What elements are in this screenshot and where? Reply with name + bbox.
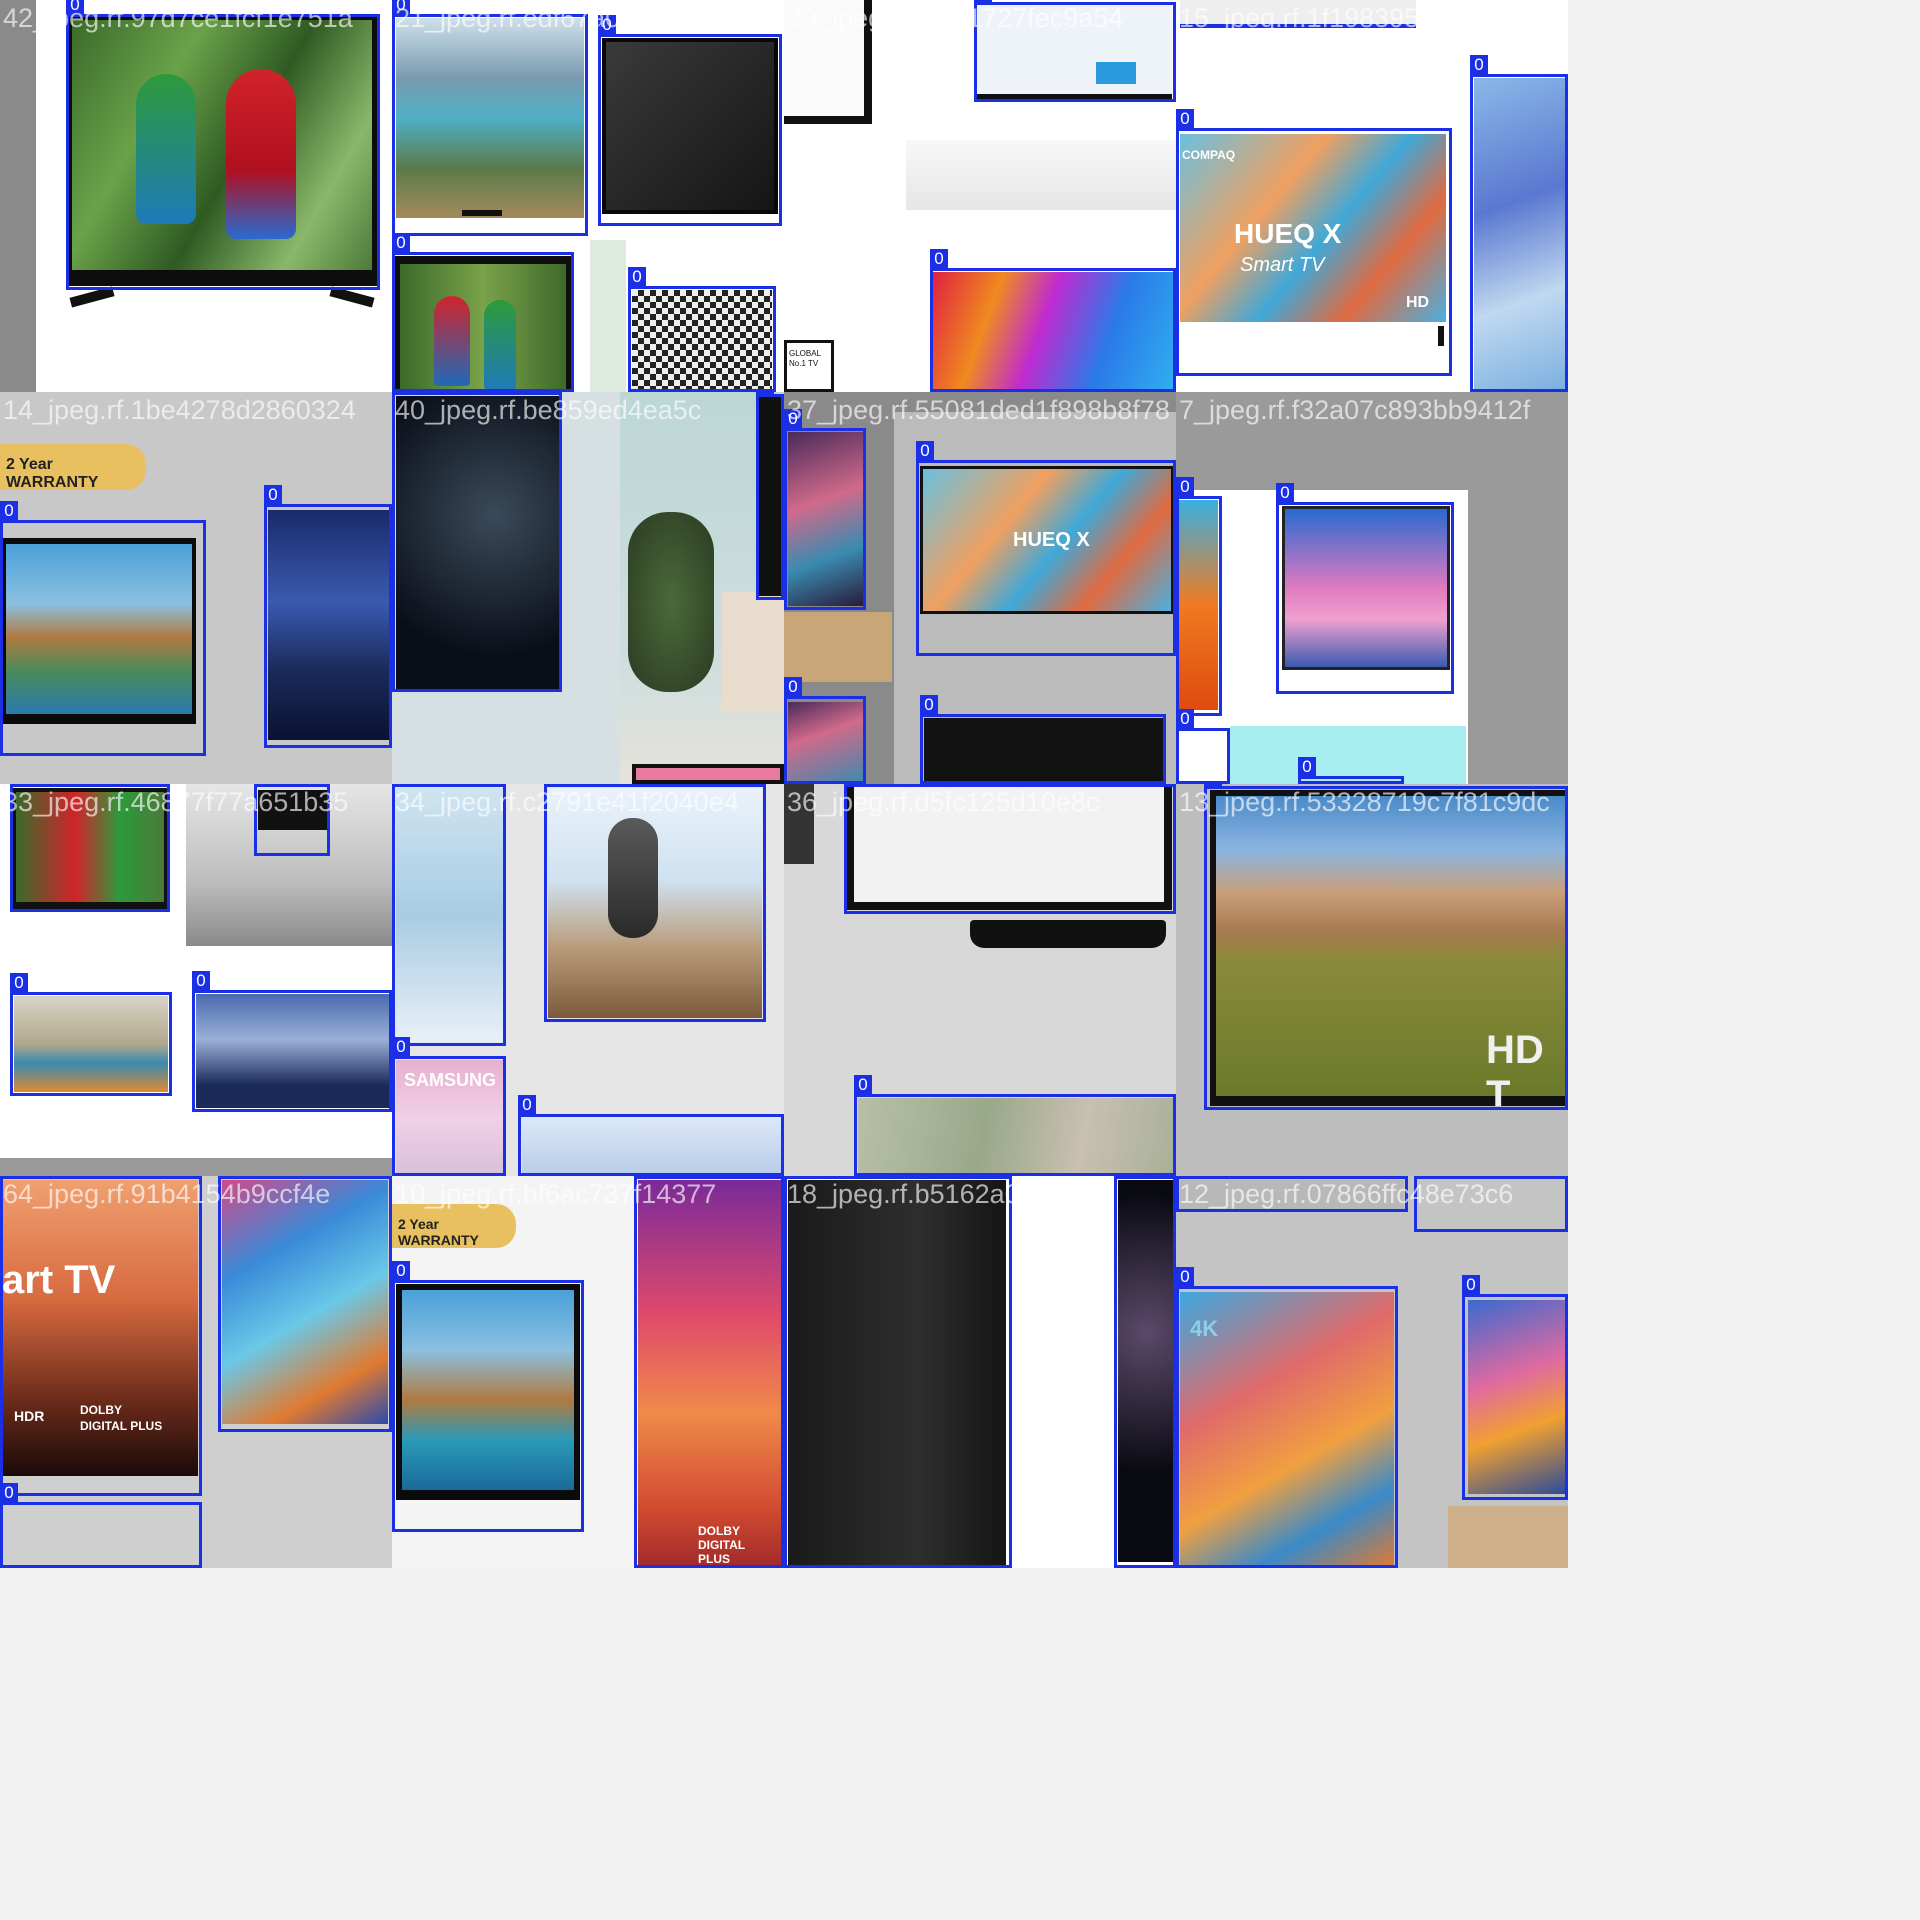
- detection-box: 0: [634, 1176, 784, 1568]
- detection-box: 0: [1176, 477, 1222, 716]
- mosaic-tile-7: 0 HUEQ X 0 0 0 37_jpeg.rf.55081ded1f898b…: [784, 392, 1176, 784]
- shadow-floor: [906, 140, 1176, 210]
- detection-box: 0: [192, 971, 392, 1112]
- tv-stand-base: [970, 920, 1166, 948]
- mosaic-tile-1: 0 42_jpeg.rf.97d7ce1fcf1e751a: [0, 0, 392, 392]
- detection-box: 0: [756, 392, 784, 600]
- tile-filename: 21_jpeg.rf.edf67a00eb729: [395, 3, 711, 33]
- tile-filename: 34_jpeg.rf.c2791e41f2040e4: [395, 787, 739, 817]
- detection-box: 0: [930, 249, 1176, 392]
- detection-box: 0: [0, 501, 206, 756]
- detection-box: 0: [0, 1176, 202, 1496]
- tile-filename: 13_jpeg.rf.53328719c7f81c9dc: [1179, 787, 1550, 817]
- tile-filename: 7_jpeg.rf.f32a07c893bb9412f: [1179, 395, 1531, 425]
- detection-box: 0: [264, 485, 392, 748]
- detection-box: 0: [628, 267, 776, 392]
- detection-box: 0: [1462, 1275, 1568, 1500]
- detection-box: 0: [392, 233, 574, 392]
- mosaic-tile-13: art TV HDR DOLBY DIGITAL PLUS 0 0 0 64_j…: [0, 1176, 392, 1568]
- pink-strip: [632, 764, 784, 784]
- detection-box: 0: [1176, 1267, 1398, 1568]
- detection-box: 0: [392, 0, 588, 236]
- mosaic-tile-8: 0 0 0 0 7_jpeg.rf.f32a07c893bb9412f: [1176, 392, 1568, 784]
- wood-console: [1448, 1506, 1568, 1568]
- mosaic-tile-2: 0 0 0 0 21_jpeg.rf.edf67a00eb729: [392, 0, 784, 392]
- mosaic-tile-15: 0 0 18_jpeg.rf.b5162a091bf50: [784, 1176, 1176, 1568]
- global-sticker: GLOBAL No.1 TV: [784, 340, 834, 392]
- detection-box: 0: [784, 1176, 1012, 1568]
- detection-box: 0: [1298, 757, 1404, 784]
- detection-box: 0: [392, 1037, 506, 1176]
- tile-filename: 15_jpeg.rf.1f19839505bc298ff: [1179, 3, 1538, 33]
- detection-box: 0: [854, 1075, 1176, 1176]
- cabinet: [722, 592, 784, 712]
- mosaic-tile-16: 0 0 4K 0 0 12_jpeg.rf.07866ffc48e73c6: [1176, 1176, 1568, 1568]
- mosaic-tile-14: 2 Year WARRANTY 0 DOLBY DIGITAL PLUS 0 1…: [392, 1176, 784, 1568]
- mosaic-tile-12: HD T 0 13_jpeg.rf.53328719c7f81c9dc: [1176, 784, 1568, 1176]
- mosaic-tile-5: 2 Year WARRANTY 0 0 14_jpeg.rf.1be4278d2…: [0, 392, 392, 784]
- detection-box: 0: [66, 0, 380, 290]
- tile-filename: 12_jpeg.rf.07866ffc48e73c6: [1179, 1179, 1514, 1209]
- floor-gray: [0, 1158, 392, 1176]
- mosaic-tile-11: 0 0 36_jpeg.rf.d5fc125d10e8c: [784, 784, 1176, 1176]
- detection-box: 0: [920, 695, 1166, 784]
- warranty-badge-2: 2 Year WARRANTY: [392, 1204, 516, 1248]
- detection-box: 0: [392, 392, 562, 692]
- tile-filename: 40_jpeg.rf.be859ed4ea5c: [395, 395, 702, 425]
- tile-filename: 33_jpeg.rf.46877f77a651b35: [3, 787, 349, 817]
- detection-box: 0: [392, 784, 506, 1046]
- detection-box: 0: [518, 1095, 784, 1176]
- detection-box: 0: [916, 441, 1176, 656]
- detection-box: 0: [1204, 784, 1568, 1110]
- detection-box: 0: [392, 1261, 584, 1532]
- tile-filename: 42_jpeg.rf.97d7ce1fcf1e751a: [3, 3, 353, 33]
- detection-box: 0: [0, 1483, 202, 1568]
- detection-box: 0: [1114, 1176, 1176, 1568]
- plant: [628, 512, 714, 692]
- gray-strip: [0, 0, 36, 392]
- detection-box: 0: [784, 677, 866, 784]
- side-panel-icons: [590, 240, 626, 392]
- tile-filename: 36_jpeg.rf.d5fc125d10e8c: [787, 787, 1100, 817]
- tile-filename: 64_jpeg.rf.91b4154b9ccf4e: [3, 1179, 331, 1209]
- detection-box: 0: [1176, 709, 1230, 784]
- tile-filename: 29_jpeg.rf.f37a1727fec9a54: [787, 3, 1124, 33]
- mosaic-tile-3: 0 0 GLOBAL No.1 TV 29_jpeg.rf.f37a1727fe…: [784, 0, 1176, 392]
- tile-filename: 18_jpeg.rf.b5162a091bf50: [787, 1179, 1103, 1209]
- mosaic-tile-6: 0 0 40_jpeg.rf.be859ed4ea5c: [392, 392, 784, 784]
- tile-filename: 37_jpeg.rf.55081ded1f898b8f78: [787, 395, 1170, 425]
- detection-box: 0: [10, 973, 172, 1096]
- detection-box: 0: [1470, 55, 1568, 392]
- warranty-badge: 2 Year WARRANTY: [0, 444, 146, 490]
- mosaic-tile-4: COMPAQ HUEQ X Smart TV HD 0 0 15_jpeg.rf…: [1176, 0, 1568, 392]
- detection-box: 0: [1176, 109, 1452, 376]
- tile-filename: 10_jpeg.rf.bf6ac737f14377: [395, 1179, 717, 1209]
- mosaic-tile-10: 0 0 SAMSUNG 0 0 34_jpeg.rf.c2791e41f2040…: [392, 784, 784, 1176]
- mosaic-tile-9: 0 0 0 0 33_jpeg.rf.46877f77a651b35: [0, 784, 392, 1176]
- tile-filename: 14_jpeg.rf.1be4278d2860324: [3, 395, 356, 425]
- wood-stand: [784, 612, 892, 682]
- detection-box: 0: [218, 1176, 392, 1432]
- detection-box: 0: [784, 409, 866, 610]
- detection-box: 0: [1276, 483, 1454, 694]
- detection-box: 0: [598, 15, 782, 226]
- detection-box: 0: [544, 784, 766, 1022]
